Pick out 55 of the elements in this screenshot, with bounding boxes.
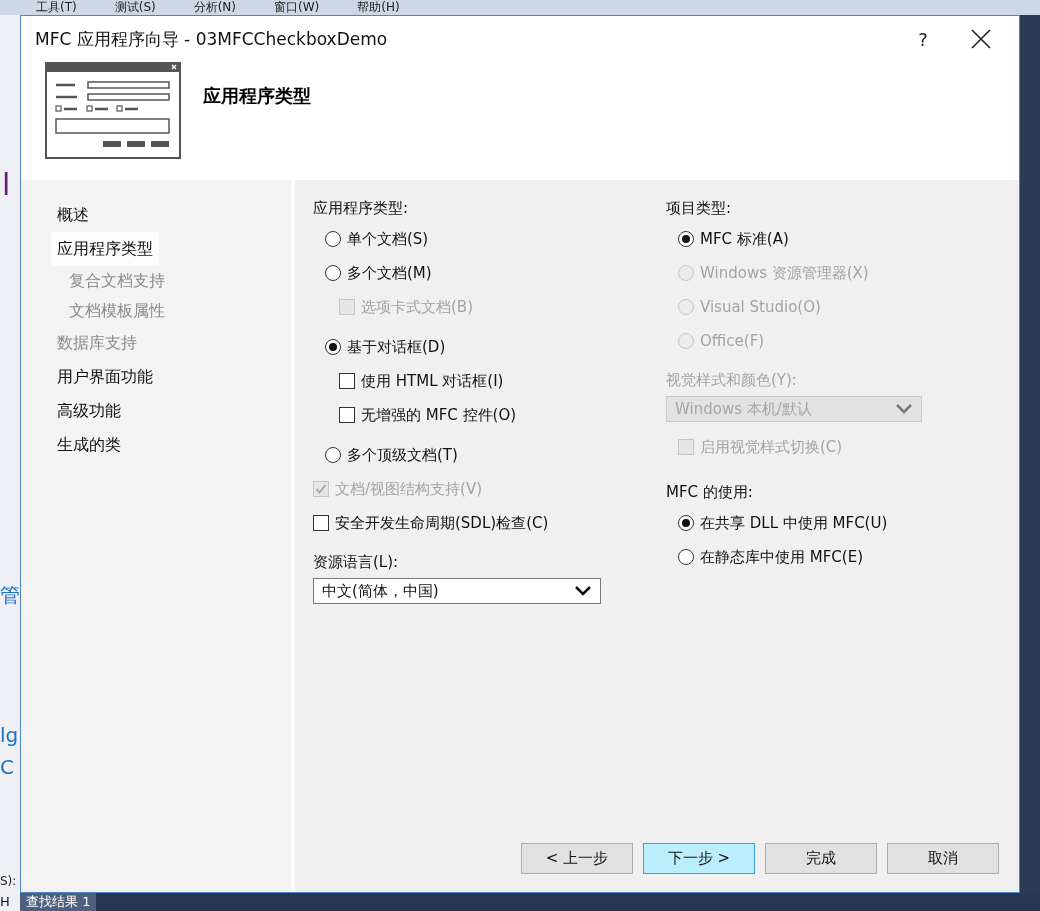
menu-item[interactable]: 窗口(W) (274, 0, 320, 15)
section-label: MFC 的使用: (666, 481, 754, 503)
section-label: 项目类型: (666, 197, 733, 219)
radio-option[interactable]: 多个文档(M) (313, 256, 666, 290)
text-fragment: l (2, 173, 12, 204)
menu-item[interactable]: 分析(N) (193, 0, 237, 15)
nav-item[interactable]: 高级功能 (51, 394, 127, 428)
checkbox[interactable] (339, 407, 355, 423)
chevron-down-icon (574, 585, 592, 597)
nav-item[interactable]: 生成的类 (51, 428, 127, 462)
section-label: 视觉样式和颜色(Y): (666, 369, 798, 391)
nav-item[interactable]: 概述 (51, 198, 95, 232)
link-fragment[interactable]: C (0, 755, 20, 779)
wizard-button[interactable]: 下一步 > (643, 843, 755, 874)
dialog-window-icon (45, 62, 181, 159)
close-icon[interactable] (969, 27, 993, 51)
wizard-button[interactable]: 取消 (887, 843, 999, 874)
link-fragment[interactable]: lg (0, 723, 20, 747)
menu-item[interactable]: 测试(S) (114, 0, 156, 15)
link-fragment[interactable]: 管 (0, 583, 20, 607)
radio-button[interactable] (678, 549, 694, 565)
radio-button[interactable] (678, 231, 694, 247)
section-label: 资源语言(L): (313, 551, 400, 573)
radio-option[interactable]: MFC 标准(A) (666, 222, 966, 256)
radio-option[interactable]: 单个文档(S) (313, 222, 666, 256)
radio-button[interactable] (325, 339, 341, 355)
radio-option[interactable]: 多个顶级文档(T) (313, 438, 666, 472)
radio-button[interactable] (325, 447, 341, 463)
menu-item[interactable]: 帮助(H) (357, 0, 400, 15)
checkbox-option[interactable]: 安全开发生命周期(SDL)检查(C) (313, 506, 666, 540)
radio-option[interactable]: 在静态库中使用 MFC(E) (666, 540, 966, 574)
wizard-button[interactable]: < 上一步 (521, 843, 633, 874)
radio-button[interactable] (325, 265, 341, 281)
nav-item[interactable]: 应用程序类型 (51, 232, 159, 266)
checkbox[interactable] (339, 373, 355, 389)
radio-option[interactable]: 在共享 DLL 中使用 MFC(U) (666, 506, 966, 540)
help-button[interactable]: ? (905, 27, 941, 51)
panel-tab[interactable]: 查找结果 1 (20, 893, 97, 911)
radio-button[interactable] (325, 231, 341, 247)
page-heading: 应用程序类型 (203, 84, 311, 108)
section-label: 应用程序类型: (313, 197, 410, 219)
nav-item[interactable]: 用户界面功能 (51, 360, 159, 394)
checkbox-option[interactable]: 使用 HTML 对话框(I) (339, 364, 666, 398)
checkbox-option[interactable]: 无增强的 MFC 控件(O) (339, 398, 666, 432)
text-fragment: H (0, 893, 20, 911)
text-fragment: S): (0, 873, 18, 890)
wizard-button[interactable]: 完成 (765, 843, 877, 874)
radio-option[interactable]: 基于对话框(D) (313, 330, 666, 364)
chevron-down-icon (895, 403, 913, 415)
dropdown[interactable]: 中文(简体，中国) (313, 578, 601, 604)
check-icon (315, 483, 327, 495)
window-title: MFC 应用程序向导 - 03MFCCheckboxDemo (35, 27, 389, 51)
checkbox[interactable] (313, 515, 329, 531)
radio-button[interactable] (678, 515, 694, 531)
menu-item[interactable]: 工具(T) (36, 0, 77, 15)
